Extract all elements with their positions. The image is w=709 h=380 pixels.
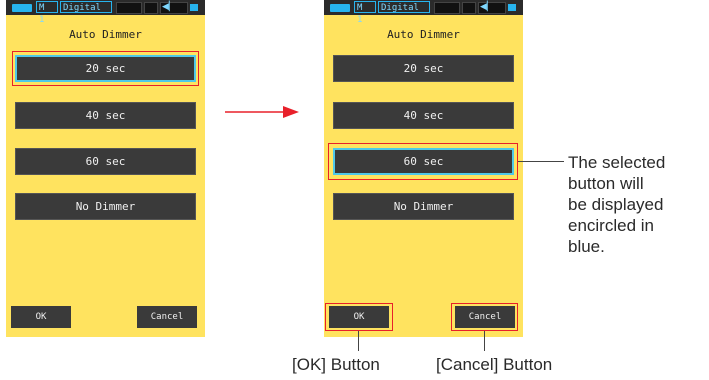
leader-line	[484, 331, 485, 351]
lock-icon	[190, 4, 198, 11]
page-title: Auto Dimmer	[387, 28, 460, 41]
device-screen-before: M 1 Digital ◀▏ Auto Dimmer 20 sec 40 sec…	[6, 0, 205, 337]
status-bar: M 1 Digital ◀▏	[6, 0, 205, 25]
status-indicator	[462, 2, 476, 14]
speaker-icon: ◀▏	[162, 2, 176, 12]
option-20-sec-button[interactable]: 20 sec	[333, 55, 514, 82]
battery-icon	[330, 4, 350, 12]
option-40-sec-button[interactable]: 40 sec	[15, 102, 196, 129]
option-20-sec-button[interactable]: 20 sec	[15, 55, 196, 82]
option-60-sec-button[interactable]: 60 sec	[15, 148, 196, 175]
cancel-button[interactable]: Cancel	[455, 306, 515, 328]
memory-mode: M 1	[36, 1, 58, 25]
status-indicator	[116, 2, 142, 14]
option-no-dimmer-button[interactable]: No Dimmer	[333, 193, 514, 220]
device-screen-after: M 1 Digital ◀▏ Auto Dimmer 20 sec 40 sec…	[324, 0, 523, 337]
lock-icon	[508, 4, 516, 11]
status-indicator	[434, 2, 460, 14]
memory-mode: M 1	[354, 1, 376, 25]
battery-icon	[12, 4, 32, 12]
leader-line	[518, 161, 564, 162]
cancel-button[interactable]: Cancel	[137, 306, 197, 328]
status-indicator	[144, 2, 158, 14]
ok-button-label: [OK] Button	[292, 355, 380, 374]
status-bar: M 1 Digital ◀▏	[324, 0, 523, 25]
option-no-dimmer-button[interactable]: No Dimmer	[15, 193, 196, 220]
page-title: Auto Dimmer	[69, 28, 142, 41]
leader-line	[358, 331, 359, 351]
measurement-mode: Digital	[60, 1, 112, 13]
speaker-icon: ◀▏	[480, 2, 494, 12]
arrow-right-icon	[225, 106, 299, 118]
option-40-sec-button[interactable]: 40 sec	[333, 102, 514, 129]
option-60-sec-button[interactable]: 60 sec	[333, 148, 514, 175]
measurement-mode: Digital	[378, 1, 430, 13]
cancel-button-label: [Cancel] Button	[436, 355, 553, 374]
ok-button[interactable]: OK	[11, 306, 71, 328]
ok-button[interactable]: OK	[329, 306, 389, 328]
selected-button-note: The selected button will be displayed en…	[568, 153, 666, 256]
